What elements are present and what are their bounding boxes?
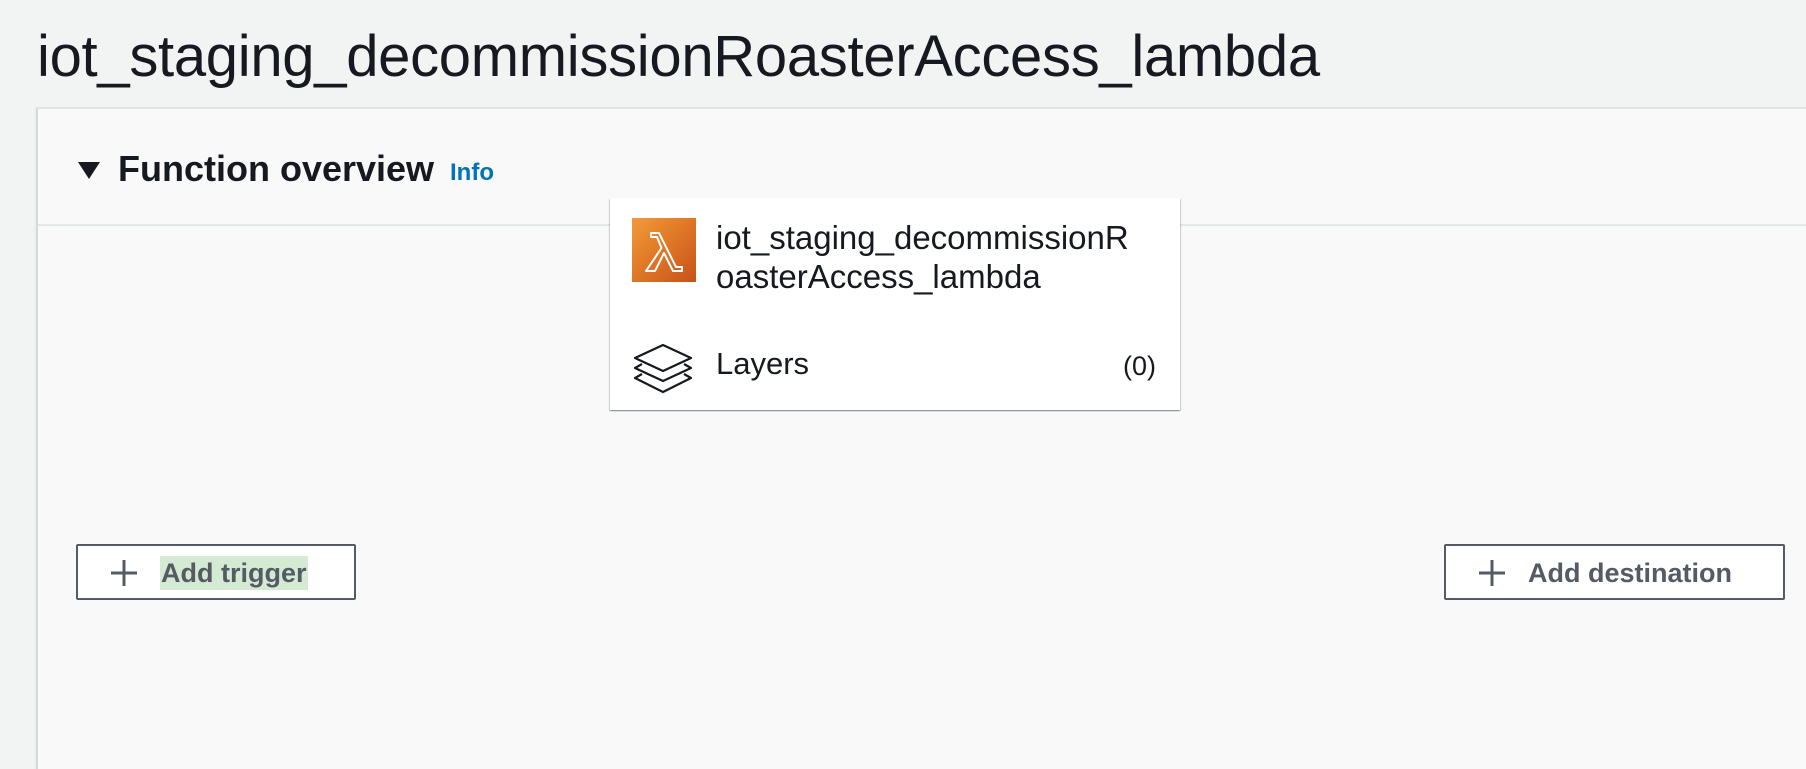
add-destination-label: Add destination (1528, 558, 1732, 588)
add-trigger-label: Add trigger (160, 556, 308, 590)
info-link[interactable]: Info (450, 158, 494, 188)
plus-icon (110, 559, 138, 587)
layers-icon (632, 342, 694, 396)
layers-label[interactable]: Layers (716, 345, 809, 383)
page-title: iot_staging_decommissionRoasterAccess_la… (37, 24, 1320, 89)
function-overview-title[interactable]: Function overview (118, 147, 434, 191)
caret-down-icon[interactable] (78, 162, 100, 179)
layers-count: (0) (1123, 351, 1156, 381)
function-card[interactable]: iot_staging_decommissionRoasterAccess_la… (610, 198, 1180, 410)
add-trigger-button[interactable]: Add trigger (76, 544, 356, 600)
plus-icon (1478, 559, 1506, 587)
add-destination-button[interactable]: Add destination (1444, 544, 1785, 600)
function-name[interactable]: iot_staging_decommissionRoasterAccess_la… (716, 218, 1146, 296)
lambda-icon (632, 218, 696, 282)
